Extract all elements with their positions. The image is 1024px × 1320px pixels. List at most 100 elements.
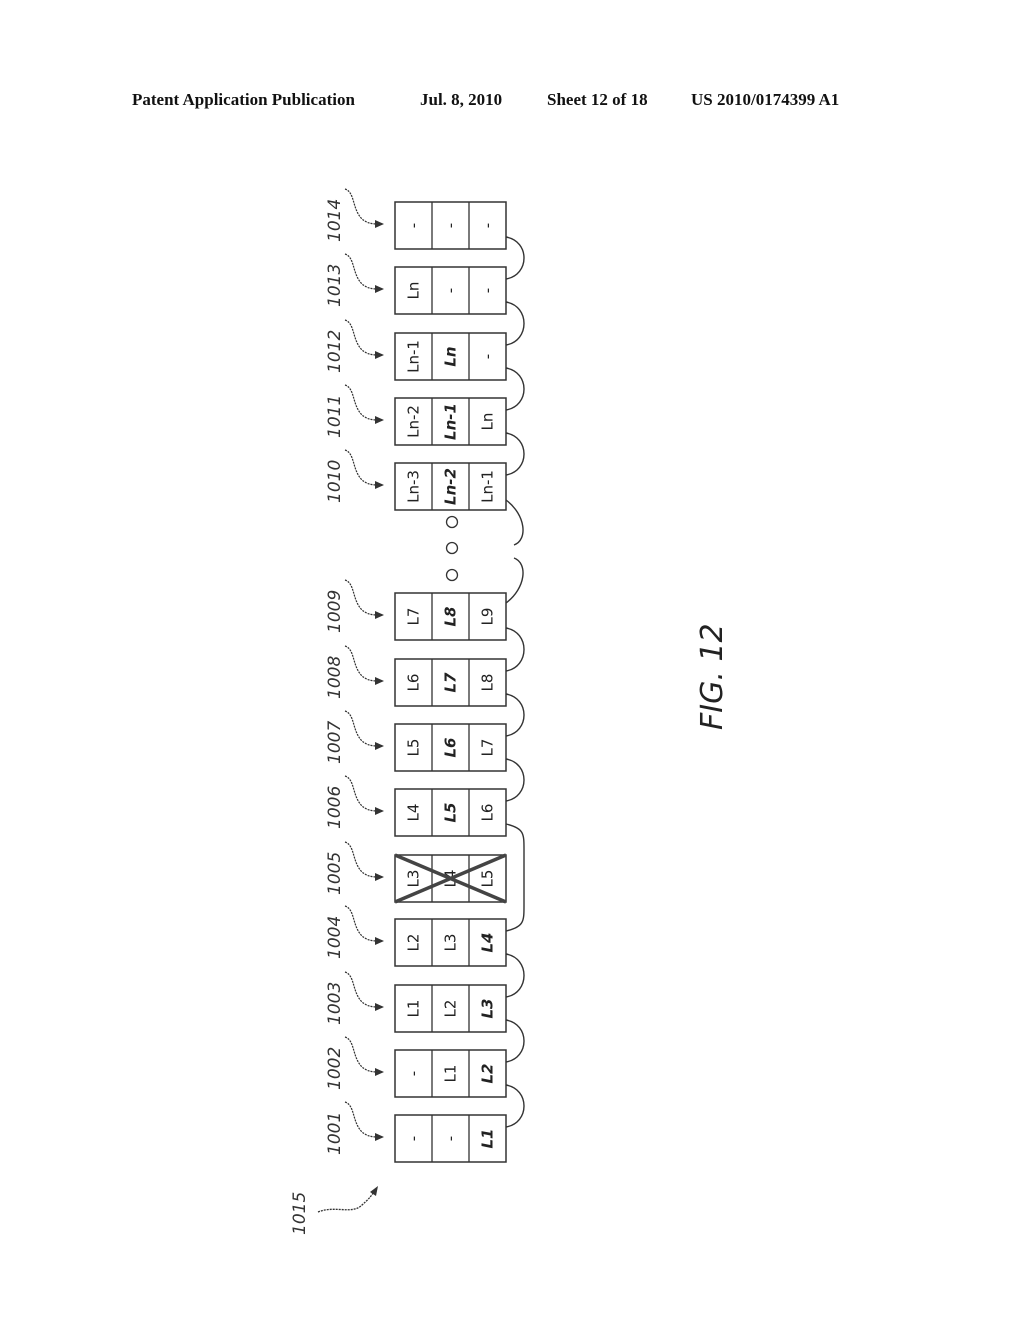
- reference-1014: 1014: [325, 188, 384, 242]
- reference-label: 1007: [325, 721, 345, 764]
- buffer-cell-1009-2: L8: [442, 607, 460, 627]
- reference-label: 1002: [325, 1047, 345, 1090]
- buffer-cell-1004-3: L4: [479, 933, 497, 953]
- buffer-cell-1014-3: -: [479, 223, 497, 228]
- buffer-cell-1004-1: L2: [405, 934, 423, 952]
- reference-label: 1005: [325, 852, 345, 895]
- buffer-box-1002: - L1 L2: [394, 1049, 507, 1098]
- buffer-cell-1005-1: L3: [405, 870, 423, 888]
- reference-1005: 1005: [325, 841, 384, 895]
- reference-label: 1014: [325, 199, 345, 242]
- buffer-sequence-diagram: --L1-L1L2L1L2L3L2L3L4L3L4L5L4L5L6L5L6L7L…: [290, 188, 730, 1235]
- pointer-arrow: [344, 1036, 381, 1073]
- reference-label: 1008: [325, 656, 345, 699]
- pointer-arrowhead: [375, 807, 384, 815]
- buffer-box-1004: L2 L3 L4: [394, 918, 507, 967]
- buffer-box-1007: L5 L6 L7: [394, 723, 507, 772]
- buffer-cell-1001-3: L1: [479, 1129, 497, 1149]
- pointer-arrowhead: [375, 481, 384, 489]
- ellipsis-dot: [445, 568, 459, 582]
- reference-1010: 1010: [325, 449, 384, 503]
- pointer-arrowhead: [375, 416, 384, 424]
- reference-1008: 1008: [325, 645, 384, 699]
- pointer-arrow: [344, 645, 381, 682]
- pointer-arrow: [344, 384, 381, 421]
- buffer-cell-1006-3: L6: [479, 804, 497, 822]
- connector-arc: [505, 758, 525, 802]
- pointer-arrowhead: [375, 1068, 384, 1076]
- buffer-cell-1009-1: L7: [405, 608, 423, 626]
- buffer-box-1009: L7 L8 L9: [394, 592, 507, 641]
- buffer-connectors: [505, 236, 525, 1128]
- buffer-cell-1013-1: Ln: [405, 282, 423, 300]
- connector-arc: [505, 301, 525, 346]
- sequence-reference-label: 1015: [290, 1192, 310, 1235]
- connector-arc: [505, 557, 524, 604]
- buffer-boxes: --L1-L1L2L1L2L3L2L3L4L3L4L5L4L5L6L5L6L7L…: [394, 201, 507, 1163]
- sequence-label-group: 1015: [290, 1186, 378, 1235]
- buffer-cell-1007-3: L7: [479, 739, 497, 757]
- pointer-arrowhead: [375, 285, 384, 293]
- reference-label: 1011: [325, 395, 345, 438]
- reference-label: 1004: [325, 916, 345, 959]
- buffer-cell-1010-3: Ln-1: [479, 470, 497, 503]
- reference-1009: 1009: [325, 579, 384, 633]
- reference-label: 1013: [325, 264, 345, 307]
- buffer-cell-1013-3: -: [479, 288, 497, 293]
- buffer-cell-1003-2: L2: [442, 1000, 460, 1018]
- reference-1003: 1003: [325, 971, 384, 1025]
- reference-label: 1006: [325, 786, 345, 829]
- buffer-box-1011: Ln-2 Ln-1 Ln: [394, 397, 507, 446]
- pointer-arrowhead: [375, 351, 384, 359]
- buffer-cell-1012-1: Ln-1: [405, 340, 423, 373]
- pointer-arrow: [344, 319, 381, 356]
- buffer-cell-1011-1: Ln-2: [405, 405, 423, 438]
- buffer-box-1010: Ln-3 Ln-2 Ln-1: [394, 462, 507, 511]
- reference-label: 1001: [325, 1112, 345, 1155]
- pointer-arrowhead: [375, 1003, 384, 1011]
- reference-labels: 1001 1002 1003 1004 1005 1006 1007 1008 1009 1010…: [325, 188, 384, 1155]
- connector-arc: [505, 1084, 525, 1128]
- connector-arc: [505, 432, 525, 476]
- connector-arc: [505, 953, 525, 998]
- ellipsis-dot: [445, 515, 459, 529]
- buffer-box-1001: - - L1: [394, 1114, 507, 1163]
- buffer-cell-1011-3: Ln: [479, 413, 497, 431]
- buffer-cell-1007-1: L5: [405, 739, 423, 757]
- pointer-arrow: [344, 253, 381, 290]
- reference-1002: 1002: [325, 1036, 384, 1090]
- pointer-arrow: [344, 710, 381, 747]
- pointer-arrow: [344, 188, 381, 225]
- ellipsis-dot: [445, 541, 459, 555]
- pointer-arrow: [344, 905, 381, 942]
- reference-label: 1012: [325, 330, 345, 373]
- pointer-arrow: [344, 449, 381, 486]
- buffer-box-1014: ---: [394, 201, 507, 250]
- buffer-cell-1002-1: -: [405, 1071, 423, 1076]
- buffer-cell-1006-1: L4: [405, 804, 423, 822]
- buffer-box-1005: L3L4L5: [394, 853, 507, 904]
- connector-arc: [505, 693, 525, 737]
- pointer-arrowhead: [375, 220, 384, 228]
- buffer-cell-1009-3: L9: [479, 608, 497, 626]
- sequence-arrow: [317, 1189, 376, 1213]
- buffer-cell-1011-2: Ln-1: [442, 403, 460, 440]
- buffer-box-1013: Ln - -: [394, 266, 507, 315]
- buffer-cell-1003-1: L1: [405, 1000, 423, 1018]
- reference-1001: 1001: [325, 1101, 384, 1155]
- buffer-cell-1001-1: -: [405, 1136, 423, 1141]
- buffer-box-1006: L4 L5 L6: [394, 788, 507, 837]
- buffer-box-1008: L6 L7 L8: [394, 658, 507, 707]
- pointer-arrowhead: [375, 611, 384, 619]
- connector-arc: [505, 1019, 525, 1063]
- pointer-arrow: [344, 841, 381, 878]
- reference-1004: 1004: [325, 905, 384, 959]
- connector-skip: [505, 823, 525, 932]
- pointer-arrowhead: [375, 677, 384, 685]
- buffer-cell-1008-3: L8: [479, 674, 497, 692]
- buffer-cell-1004-2: L3: [442, 934, 460, 952]
- reference-label: 1010: [325, 460, 345, 503]
- buffer-cell-1003-3: L3: [479, 999, 497, 1019]
- buffer-cell-1001-2: -: [442, 1136, 460, 1141]
- buffer-cell-1014-2: -: [442, 223, 460, 228]
